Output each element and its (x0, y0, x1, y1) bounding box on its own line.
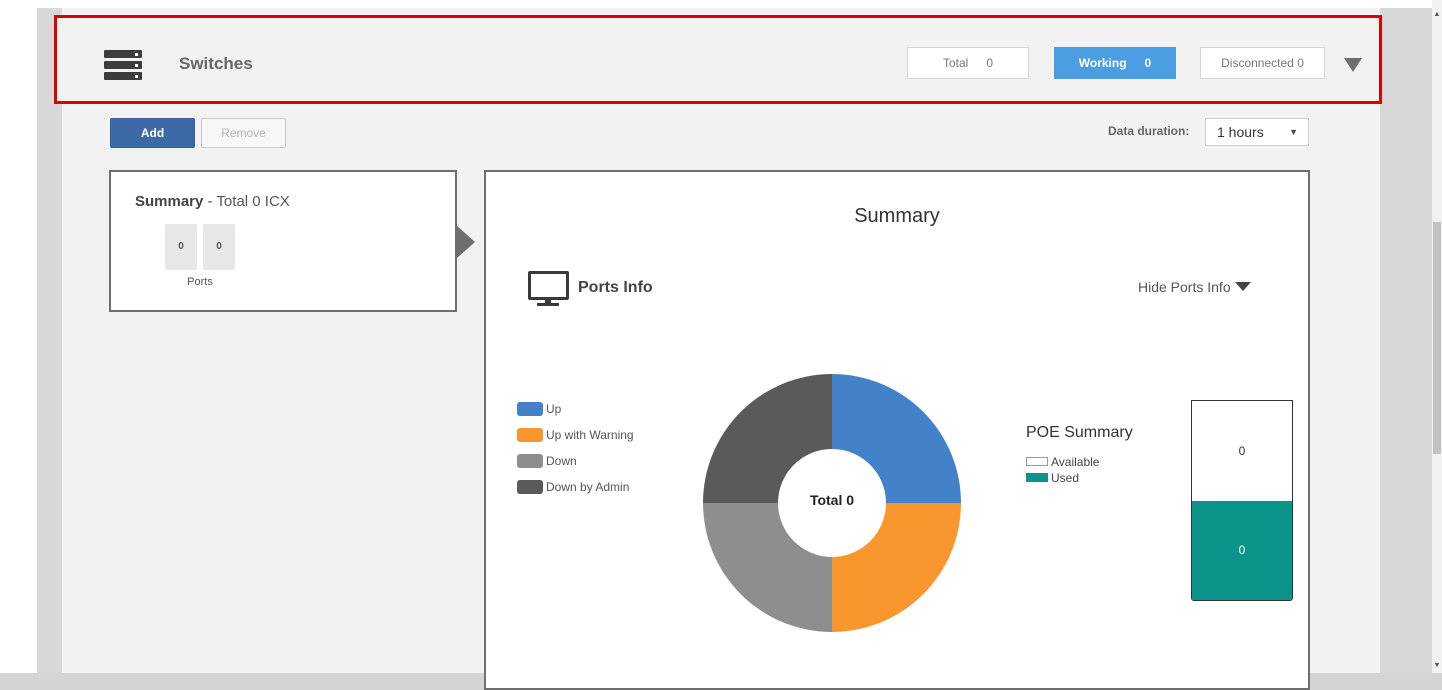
disconnected-count-box[interactable]: Disconnected 0 (1200, 47, 1325, 79)
legend-swatch (517, 428, 543, 442)
working-count-box[interactable]: Working 0 (1054, 47, 1176, 79)
legend-swatch (517, 402, 543, 416)
chevron-down-icon: ▼ (1289, 127, 1298, 137)
header-title: Switches (179, 54, 253, 73)
poe-summary-bar: 0 0 (1191, 400, 1293, 601)
poe-available-value: 0 (1238, 444, 1246, 458)
top-strip (0, 0, 1442, 8)
selected-pointer-icon (457, 226, 475, 258)
total-count-box[interactable]: Total 0 (907, 47, 1029, 79)
switch-bar (104, 61, 142, 69)
scroll-up-icon[interactable]: ▲ (1432, 10, 1442, 20)
disconnected-label: Disconnected (1221, 56, 1294, 70)
switch-bar (104, 50, 142, 58)
switch-stack-icon (104, 50, 142, 82)
donut-center-label: Total 0 (809, 492, 855, 508)
legend-label: Up with Warning (546, 428, 634, 442)
legend-label: Down (546, 454, 577, 468)
legend-label: Down by Admin (546, 480, 630, 494)
poe-used-label: Used (1051, 471, 1080, 485)
summary-panel: Summary Ports Info Hide Ports Info Up Up… (484, 170, 1310, 690)
duration-value: 1 hours (1217, 124, 1264, 140)
total-value: 0 (986, 56, 994, 70)
page: ▲ ▼ Switches Total 0 Working 0 Disconnecte… (0, 0, 1442, 690)
triangle-down-icon[interactable] (1344, 58, 1362, 72)
ports-info-title: Ports Info (578, 279, 653, 296)
add-button[interactable]: Add (110, 118, 195, 148)
monitor-icon (528, 271, 569, 307)
poe-used-value: 0 (1192, 501, 1292, 600)
caret-down-icon (1234, 282, 1251, 291)
total-label: Total (942, 56, 969, 70)
poe-used-swatch (1026, 473, 1048, 482)
port-count-box: 0 (165, 224, 197, 270)
poe-available-swatch (1026, 457, 1048, 466)
ports-label: Ports (187, 276, 213, 288)
poe-available-label: Available (1051, 455, 1100, 469)
summary-card-title: Summary - Total 0 ICX (135, 193, 290, 210)
remove-button[interactable]: Remove (201, 118, 286, 148)
working-value: 0 (1144, 56, 1152, 70)
panel-title: Summary (854, 205, 940, 227)
summary-title-rest: - Total 0 ICX (203, 193, 290, 210)
hide-ports-info-toggle[interactable]: Hide Ports Info (1138, 279, 1251, 295)
legend-label: Up (546, 402, 562, 416)
scroll-thumb[interactable] (1433, 222, 1441, 454)
vertical-scrollbar[interactable]: ▲ ▼ (1432, 0, 1442, 673)
working-label: Working (1078, 56, 1127, 70)
switch-bar (104, 72, 142, 80)
left-margin (0, 8, 37, 673)
scroll-down-icon[interactable]: ▼ (1432, 661, 1442, 671)
port-count-box: 0 (203, 224, 235, 270)
poe-summary-title: POE Summary (1026, 424, 1133, 441)
ports-donut-chart: Total 0 (702, 372, 962, 634)
summary-title-bold: Summary (135, 193, 204, 210)
right-gutter (1380, 8, 1432, 673)
switches-header: Switches Total 0 Working 0 Disconnected 0 (54, 15, 1382, 104)
duration-label: Data duration: (1108, 124, 1190, 138)
summary-card[interactable]: Summary - Total 0 ICX 0 0 Ports (109, 170, 457, 312)
legend-swatch (517, 480, 543, 494)
legend-swatch (517, 454, 543, 468)
duration-select[interactable]: 1 hours ▼ (1205, 118, 1309, 146)
left-gutter (37, 8, 62, 673)
hide-ports-label: Hide Ports Info (1138, 279, 1231, 295)
disconnected-value: 0 (1297, 56, 1304, 70)
